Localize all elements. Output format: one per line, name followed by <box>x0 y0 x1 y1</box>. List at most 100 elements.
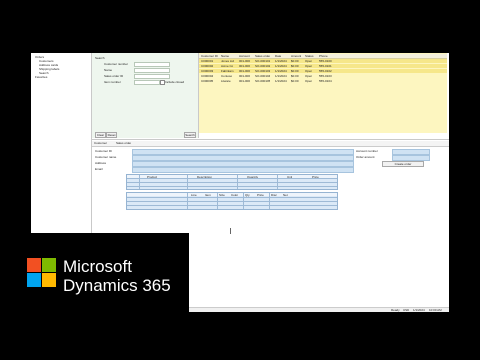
table-row[interactable]: C000004 Contoso 001-000 SO-000104 1/1/2024 $0… <box>199 74 447 78</box>
table-cell: Jones Ltd <box>221 59 235 63</box>
table-cell: $0.00 <box>291 74 299 78</box>
table-cell: Open <box>305 69 313 73</box>
table-cell: $0.00 <box>291 64 299 68</box>
status-item: Ready <box>391 308 400 312</box>
field-label: Item number <box>104 80 121 84</box>
logo-square-yellow <box>42 273 56 287</box>
search-title: Search <box>95 56 105 60</box>
table-cell: Acme Co <box>221 64 234 68</box>
product-grid: Product Description Quantity Unit Price <box>126 174 338 190</box>
table-row[interactable]: C000005 Litware 001-000 SO-000105 1/1/2024 $0… <box>199 79 447 83</box>
field-label: Sales order ID <box>104 74 124 78</box>
table-cell: SO-000105 <box>255 79 271 83</box>
customer-number-input[interactable] <box>134 62 170 67</box>
grid-line <box>277 175 278 189</box>
detail-label: Email <box>95 167 103 171</box>
table-cell: 555-0104 <box>319 79 332 83</box>
sales-order-input[interactable] <box>134 74 170 79</box>
order-lines-header: Line Item Size Color Qty Price Disc Net <box>127 193 337 197</box>
status-item: 1/1/2024 <box>413 308 425 312</box>
table-cell: 001-000 <box>239 64 251 68</box>
table-row[interactable]: C000001 Jones Ltd 001-000 SO-000101 1/1/2024… <box>199 59 447 63</box>
tab-sales-order[interactable]: Sales order <box>116 141 131 145</box>
column-header[interactable]: Account <box>239 54 250 58</box>
grid-line <box>187 193 188 209</box>
table-row[interactable]: C000002 Acme Co 001-000 SO-000102 1/1/2024 $0… <box>199 64 447 68</box>
column-header[interactable]: Amount <box>291 54 301 58</box>
table-cell: Litware <box>221 79 231 83</box>
table-cell: 001-000 <box>239 74 251 78</box>
logo-square-green <box>42 258 56 272</box>
branding-overlay: Microsoft Dynamics 365 <box>0 233 189 315</box>
logo-square-blue <box>27 273 41 287</box>
grid-line <box>127 186 337 187</box>
table-cell: $0.00 <box>291 59 299 63</box>
table-cell: 001-000 <box>239 79 251 83</box>
grid-line <box>237 175 238 189</box>
grid-line <box>139 175 140 189</box>
checkbox-label: Include closed <box>165 80 185 84</box>
grid-line <box>217 193 218 209</box>
results-grid: Customer ID Name Account Sales order Dat… <box>199 53 447 133</box>
table-cell: C000005 <box>201 79 214 83</box>
table-cell: 1/1/2024 <box>275 79 287 83</box>
table-cell: 555-0101 <box>319 64 332 68</box>
table-cell: 1/1/2024 <box>275 74 287 78</box>
table-cell: SO-000104 <box>255 74 271 78</box>
field-label: Name <box>104 68 113 72</box>
name-input[interactable] <box>134 68 170 73</box>
table-cell: 1/1/2024 <box>275 64 287 68</box>
order-lines-grid: Line Item Size Color Qty Price Disc Net <box>126 192 338 210</box>
table-cell: 1/1/2024 <box>275 69 287 73</box>
table-cell: $0.00 <box>291 69 299 73</box>
table-cell: 001-000 <box>239 59 251 63</box>
table-cell: SO-000103 <box>255 69 271 73</box>
column-header[interactable]: Sales order <box>255 54 270 58</box>
grid-line <box>269 193 270 209</box>
reset-button[interactable]: Reset <box>106 132 117 138</box>
grid-line <box>243 193 244 209</box>
grid-line <box>187 175 188 189</box>
microsoft-logo-icon <box>27 258 56 287</box>
column-header[interactable]: Phone <box>319 54 328 58</box>
table-cell: C000001 <box>201 59 214 63</box>
detail-label: Account number <box>356 149 378 153</box>
table-cell: Open <box>305 64 313 68</box>
create-order-button[interactable]: Create order <box>382 161 424 167</box>
table-cell: Contoso <box>221 74 233 78</box>
grid-line <box>127 182 337 183</box>
column-header[interactable]: Date <box>275 54 281 58</box>
grid-line <box>127 178 337 179</box>
column-header[interactable]: Customer ID <box>201 54 218 58</box>
clear-button[interactable]: Clear <box>95 132 106 138</box>
detail-label: Customer name <box>95 155 117 159</box>
email-field[interactable] <box>132 167 354 173</box>
item-number-input[interactable] <box>134 80 160 85</box>
table-cell: C000003 <box>201 69 214 73</box>
table-cell: SO-000102 <box>255 64 271 68</box>
table-cell: 555-0102 <box>319 69 332 73</box>
table-cell: $0.00 <box>291 79 299 83</box>
status-item: USD <box>403 308 410 312</box>
table-cell: Open <box>305 59 313 63</box>
table-cell: 555-0103 <box>319 74 332 78</box>
tree-node[interactable]: Favorites <box>35 75 47 79</box>
table-cell: 555-0100 <box>319 59 332 63</box>
table-cell: C000004 <box>201 74 214 78</box>
grid-line <box>127 201 337 202</box>
search-button[interactable]: Search <box>184 132 196 138</box>
logo-square-red <box>27 258 41 272</box>
table-cell: SO-000101 <box>255 59 271 63</box>
column-header[interactable]: Name <box>221 54 229 58</box>
table-cell: Open <box>305 74 313 78</box>
table-cell: 1/1/2024 <box>275 59 287 63</box>
brand-line-1: Microsoft <box>63 257 132 276</box>
tab-customer[interactable]: Customer <box>94 141 107 145</box>
table-cell: 001-000 <box>239 69 251 73</box>
table-row[interactable]: C000003 Fabrikam 001-000 SO-000103 1/1/2024 $… <box>199 69 447 73</box>
detail-tab-strip: Customer Sales order <box>92 141 449 147</box>
column-header[interactable]: Status <box>305 54 314 58</box>
search-panel: Search Customer number Name Sales order … <box>92 53 199 138</box>
brand-line-2: Dynamics 365 <box>63 276 171 295</box>
text-cursor-icon <box>230 228 235 234</box>
